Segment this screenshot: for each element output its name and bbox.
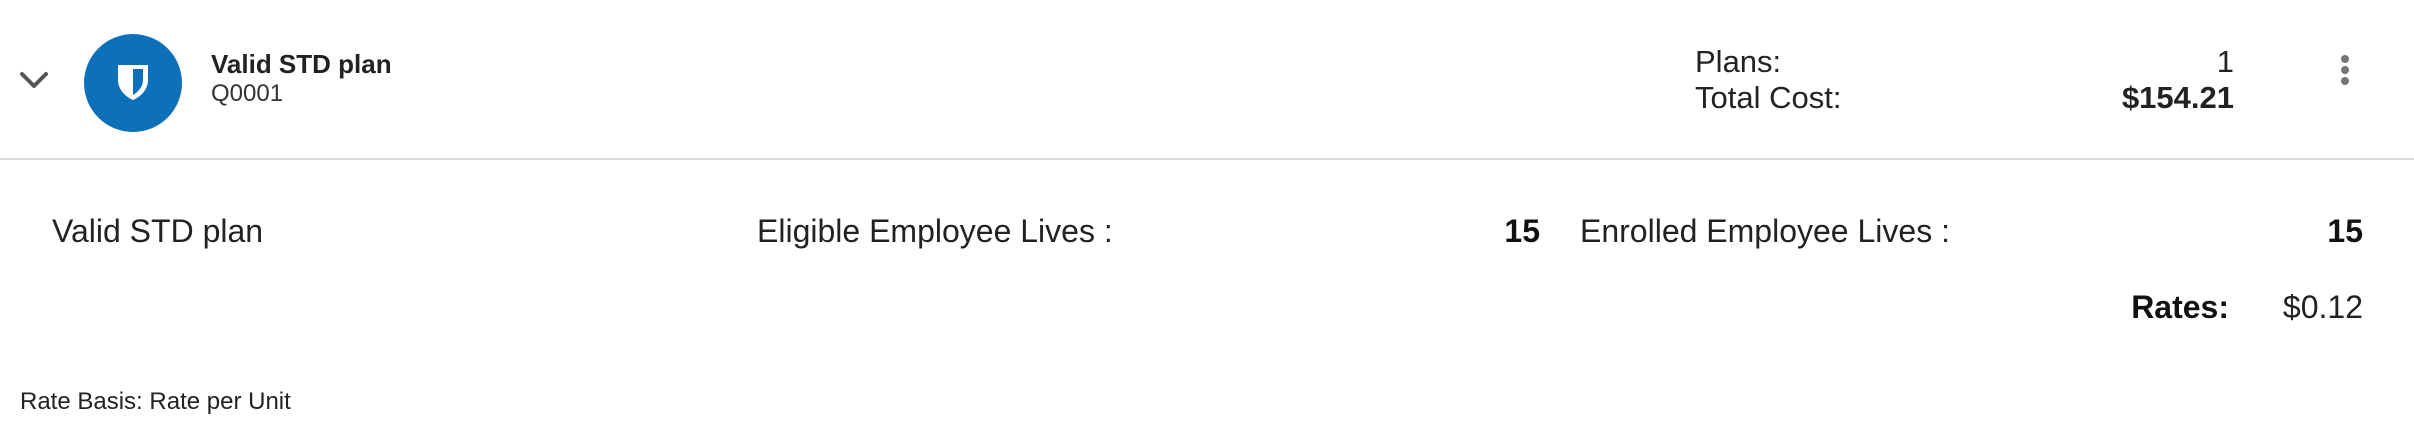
plan-code: Q0001: [211, 80, 284, 107]
avatar: [84, 34, 182, 132]
plans-count: 1: [2216, 44, 2234, 79]
eligible-lives-label: Eligible Employee Lives :: [757, 213, 1113, 249]
plan-card: Valid STD plan Q0001 Plans: 1 Total Cost…: [0, 0, 2414, 428]
chevron-down-icon[interactable]: [16, 62, 52, 98]
detail-plan-name: Valid STD plan: [52, 213, 264, 249]
total-cost-value: $154.21: [2121, 80, 2234, 115]
rate-basis-note: Rate Basis: Rate per Unit: [20, 388, 291, 415]
rates-value: $0.12: [2282, 289, 2363, 325]
eligible-lives-value: 15: [1504, 213, 1540, 249]
shield-icon: [118, 65, 148, 100]
plan-title: Valid STD plan: [211, 49, 392, 79]
enrolled-lives-value: 15: [2327, 213, 2363, 249]
plan-card-header: Valid STD plan Q0001 Plans: 1 Total Cost…: [0, 0, 2414, 160]
rates-label: Rates:: [2131, 289, 2229, 325]
enrolled-lives-label: Enrolled Employee Lives :: [1580, 213, 1950, 249]
plans-label: Plans:: [1695, 44, 1782, 79]
more-options-icon[interactable]: [2330, 55, 2360, 91]
total-cost-label: Total Cost:: [1695, 80, 1842, 115]
